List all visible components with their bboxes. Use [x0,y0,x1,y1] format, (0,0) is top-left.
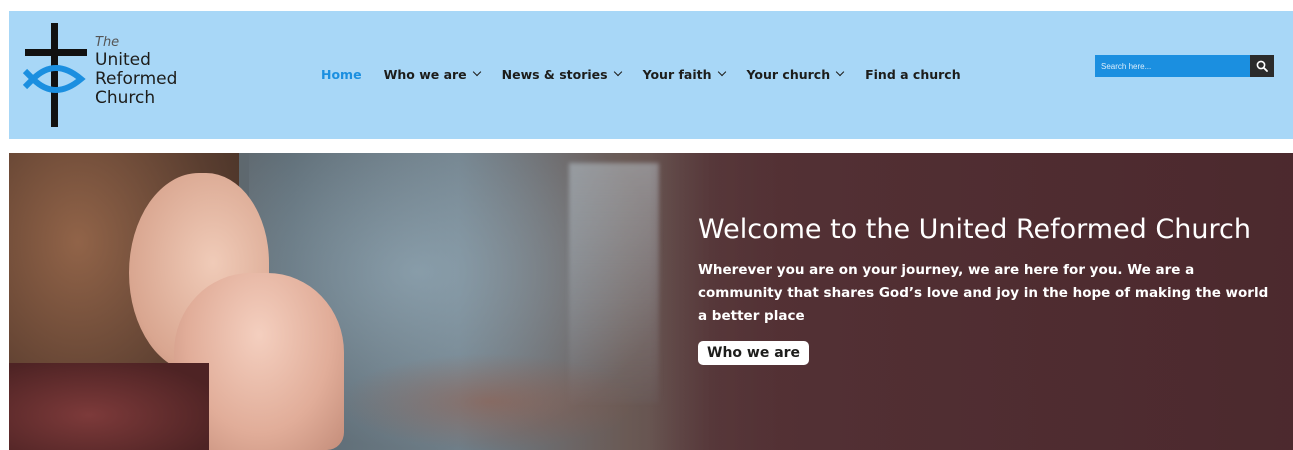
nav-label-find-a-church: Find a church [865,66,961,82]
logo-church: Church [95,88,156,108]
search-input[interactable] [1095,55,1250,77]
logo-the: The [95,35,120,50]
nav-label-news-stories: News & stories [501,66,608,82]
logo-united: United [95,50,151,70]
cross-fish-icon [23,23,87,127]
hero-title: Welcome to the United Reformed Church [698,214,1251,245]
hero-content: Welcome to the United Reformed Church Wh… [698,213,1278,365]
nav-label-your-faith: Your faith [642,66,712,82]
search-icon [1256,60,1268,72]
logo-text: The United Reformed Church [95,35,177,108]
nav-item-news-stories[interactable]: News & stories [501,66,622,82]
nav-item-find-a-church[interactable]: Find a church [865,67,961,82]
nav-item-who-we-are[interactable]: Who we are [383,66,481,82]
nav-label-home: Home [321,66,362,82]
nav-item-your-church[interactable]: Your church [746,66,845,82]
chevron-down-icon [835,67,845,77]
hero-text: Wherever you are on your journey, we are… [698,262,1269,324]
nav-label-who-we-are: Who we are [383,66,467,82]
logo-reformed: Reformed [95,69,178,89]
chevron-down-icon [613,67,622,77]
site-header: The United Reformed Church Home Who we a… [9,11,1293,139]
search-form [1095,55,1274,77]
search-button[interactable] [1250,55,1274,77]
nav-label-your-church: Your church [746,66,831,82]
who-we-are-button[interactable]: Who we are [698,341,810,365]
hero-banner: Welcome to the United Reformed Church Wh… [9,153,1293,450]
chevron-down-icon [717,67,726,77]
main-nav: Home Who we are News & stories Your fait… [321,63,983,85]
site-logo[interactable]: The United Reformed Church [23,21,193,129]
nav-item-your-faith[interactable]: Your faith [642,66,726,82]
nav-item-home[interactable]: Home [321,67,362,82]
chevron-down-icon [472,67,481,77]
